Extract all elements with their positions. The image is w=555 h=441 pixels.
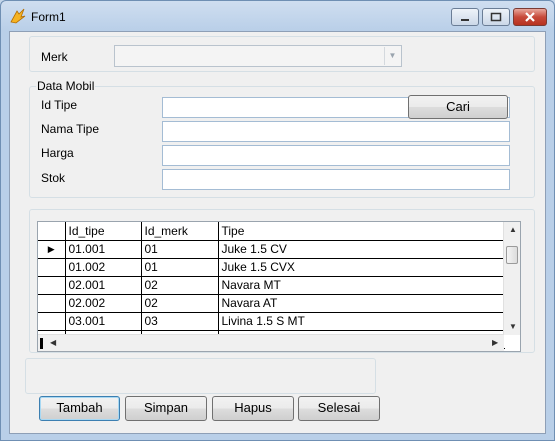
selesai-button[interactable]: Selesai — [298, 396, 380, 421]
merk-combobox[interactable]: ▼ — [114, 45, 402, 67]
harga-label: Harga — [41, 146, 74, 160]
harga-field[interactable] — [162, 145, 510, 166]
form-window: Form1 Merk ▼ Data Mobil Id Tipe Cari Nam… — [0, 0, 555, 441]
table-row[interactable]: 01.002 01 Juke 1.5 CVX — [38, 258, 505, 277]
merk-label: Merk — [41, 50, 68, 64]
grid-table: Id_tipe Id_merk Tipe ▶ 01.001 01 Juke 1.… — [38, 222, 505, 349]
data-mobil-title: Data Mobil — [36, 79, 96, 93]
maximize-icon — [490, 12, 502, 22]
cell-id-merk[interactable]: 02 — [141, 294, 219, 313]
close-button[interactable] — [513, 8, 547, 26]
cell-id-tipe[interactable]: 01.001 — [65, 240, 142, 259]
scroll-up-icon[interactable]: ▲ — [509, 225, 517, 234]
cell-tipe[interactable]: Navara AT — [218, 294, 505, 313]
minimize-icon — [461, 19, 469, 21]
table-row[interactable]: 02.002 02 Navara AT — [38, 294, 505, 313]
column-header-tipe[interactable]: Tipe — [218, 222, 505, 241]
table-row[interactable]: 03.001 03 Livina 1.5 S MT — [38, 312, 505, 331]
tambah-button[interactable]: Tambah — [39, 396, 120, 421]
cell-tipe[interactable]: Livina 1.5 S MT — [218, 312, 505, 331]
title-bar[interactable]: Form1 — [1, 1, 554, 31]
table-row[interactable]: 02.001 02 Navara MT — [38, 276, 505, 295]
cell-id-tipe[interactable]: 02.001 — [65, 276, 142, 295]
cell-id-merk[interactable]: 03 — [141, 312, 219, 331]
cell-tipe[interactable]: Juke 1.5 CV — [218, 240, 505, 259]
current-row-icon[interactable]: ▶ — [38, 240, 66, 259]
cell-id-merk[interactable]: 01 — [141, 240, 219, 259]
horizontal-scrollbar[interactable]: ◀ ▶ — [38, 334, 504, 351]
scroll-left-icon[interactable]: ◀ — [50, 338, 56, 347]
column-header-id-merk[interactable]: Id_merk — [141, 222, 219, 241]
nama-tipe-label: Nama Tipe — [41, 122, 100, 136]
vertical-scroll-thumb[interactable] — [506, 246, 518, 264]
close-icon — [525, 12, 535, 22]
cell-id-tipe[interactable]: 01.002 — [65, 258, 142, 277]
vertical-scrollbar[interactable]: ▲ ▼ — [503, 222, 520, 335]
hapus-button[interactable]: Hapus — [212, 396, 294, 421]
cell-id-merk[interactable]: 02 — [141, 276, 219, 295]
winforms-app-icon — [10, 8, 26, 24]
cari-button[interactable]: Cari — [408, 95, 508, 119]
row-header[interactable] — [38, 258, 66, 277]
data-grid[interactable]: Id_tipe Id_merk Tipe ▶ 01.001 01 Juke 1.… — [37, 221, 521, 352]
table-row[interactable]: ▶ 01.001 01 Juke 1.5 CV — [38, 240, 505, 259]
row-header-corner — [38, 222, 66, 241]
minimize-button[interactable] — [451, 8, 479, 26]
horizontal-scroll-thumb[interactable] — [40, 338, 43, 349]
id-tipe-label: Id Tipe — [41, 98, 78, 112]
cell-tipe[interactable]: Navara MT — [218, 276, 505, 295]
column-header-id-tipe[interactable]: Id_tipe — [65, 222, 142, 241]
cell-id-tipe[interactable]: 03.001 — [65, 312, 142, 331]
stok-label: Stok — [41, 171, 66, 185]
grid-header-row: Id_tipe Id_merk Tipe — [38, 222, 505, 241]
chevron-down-icon[interactable]: ▼ — [384, 47, 400, 65]
cell-id-merk[interactable]: 01 — [141, 258, 219, 277]
cell-id-tipe[interactable]: 02.002 — [65, 294, 142, 313]
simpan-button[interactable]: Simpan — [125, 396, 207, 421]
scroll-right-icon[interactable]: ▶ — [492, 338, 498, 347]
action-button-panel — [25, 358, 376, 394]
cell-tipe[interactable]: Juke 1.5 CVX — [218, 258, 505, 277]
row-header[interactable] — [38, 294, 66, 313]
row-header[interactable] — [38, 276, 66, 295]
maximize-button[interactable] — [482, 8, 510, 26]
row-header[interactable] — [38, 312, 66, 331]
nama-tipe-field[interactable] — [162, 121, 510, 142]
window-title: Form1 — [31, 10, 66, 24]
scroll-down-icon[interactable]: ▼ — [509, 322, 517, 331]
stok-field[interactable] — [162, 169, 510, 190]
